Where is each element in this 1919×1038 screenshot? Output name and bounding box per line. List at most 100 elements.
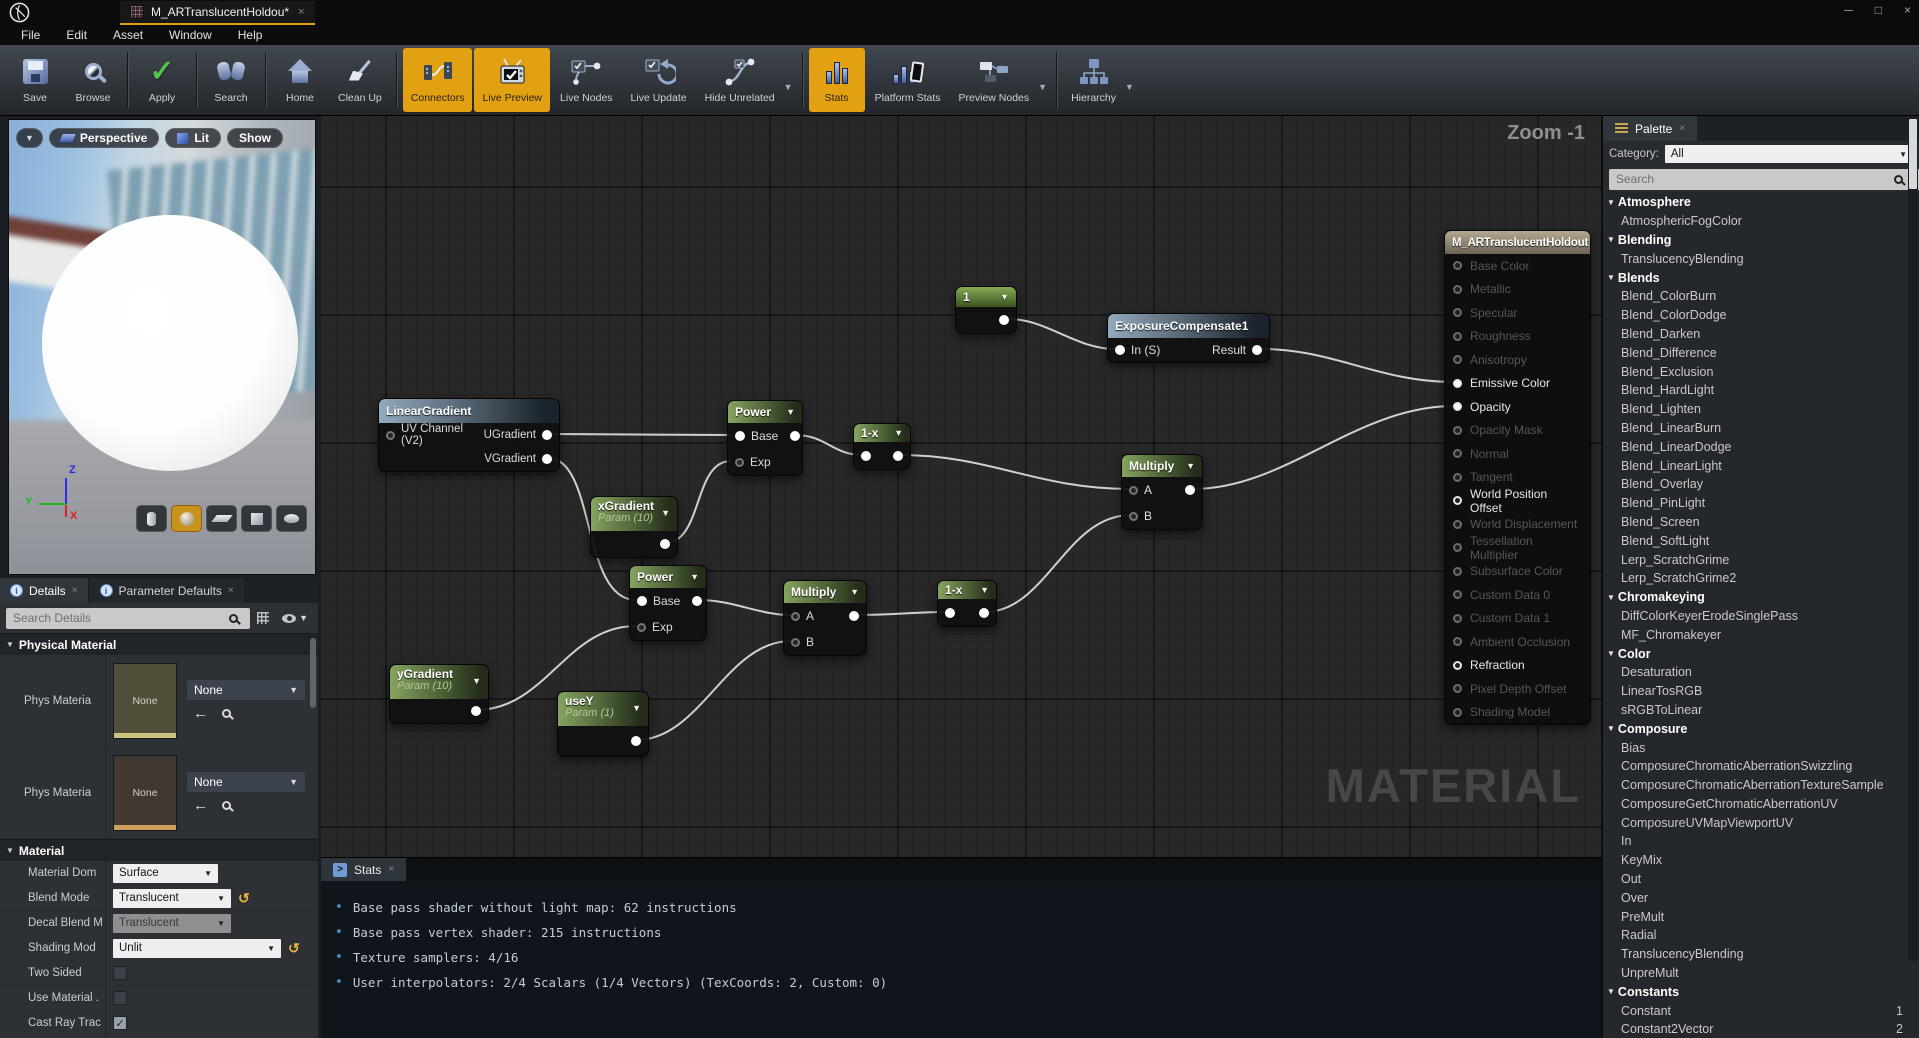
shape-cylinder-button[interactable]: [136, 505, 167, 532]
node-exposure-compensate1[interactable]: ExposureCompensate1 In (S) Result: [1107, 313, 1270, 363]
palette-item[interactable]: Blend_LinearBurn: [1603, 419, 1919, 438]
node-power-top[interactable]: Power▼ Base Exp: [727, 400, 803, 476]
close-icon[interactable]: ×: [388, 864, 394, 875]
material-graph-canvas[interactable]: Zoom -1 MATERIAL 1 ▼: [321, 116, 1601, 857]
section-physical-material[interactable]: ▼ Physical Material: [0, 633, 318, 655]
tab-details[interactable]: i Details ×: [0, 578, 88, 603]
palette-item[interactable]: Radial: [1603, 926, 1919, 945]
show-button[interactable]: Show: [227, 128, 283, 148]
palette-category[interactable]: ▼Color: [1603, 644, 1919, 663]
input-pin-icon[interactable]: [1129, 512, 1138, 521]
palette-item[interactable]: ComposureUVMapViewportUV: [1603, 813, 1919, 832]
reset-to-default-icon[interactable]: ↺: [238, 891, 250, 905]
live-preview-button[interactable]: Live Preview: [474, 48, 550, 112]
node-xgradient[interactable]: xGradient Param (10) ▼: [590, 496, 678, 558]
apply-button[interactable]: ✓ Apply: [134, 48, 190, 112]
column-divider[interactable]: [105, 986, 106, 1010]
palette-item[interactable]: KeyMix: [1603, 851, 1919, 870]
lit-button[interactable]: Lit: [165, 128, 221, 148]
palette-item[interactable]: Blend_Overlay: [1603, 475, 1919, 494]
palette-item[interactable]: AtmosphericFogColor: [1603, 212, 1919, 231]
stats-button[interactable]: Stats: [809, 48, 865, 112]
chevron-down-icon[interactable]: ▼: [850, 587, 859, 597]
pin-icon[interactable]: [1453, 332, 1462, 341]
home-button[interactable]: Home: [272, 48, 328, 112]
output-pin-icon[interactable]: [631, 736, 641, 746]
palette-item[interactable]: Blend_LinearLight: [1603, 456, 1919, 475]
palette-item[interactable]: UnpreMult: [1603, 964, 1919, 983]
palette-category[interactable]: ▼Blending: [1603, 231, 1919, 250]
menu-help[interactable]: Help: [225, 28, 276, 42]
chevron-down-icon[interactable]: ▼: [1186, 461, 1195, 471]
palette-category[interactable]: ▼Chromakeying: [1603, 588, 1919, 607]
palette-item[interactable]: TranslucencyBlending: [1603, 249, 1919, 268]
input-pin-icon[interactable]: [1115, 345, 1125, 355]
palette-item[interactable]: Blend_ColorBurn: [1603, 287, 1919, 306]
output-pin-icon[interactable]: [979, 608, 989, 618]
input-pin-icon[interactable]: [791, 638, 800, 647]
column-divider[interactable]: [105, 655, 106, 746]
close-icon[interactable]: ×: [228, 585, 234, 596]
output-pin-icon[interactable]: [1252, 345, 1262, 355]
chevron-down-icon[interactable]: ▼: [980, 585, 989, 595]
output-pin-row[interactable]: Metallic: [1445, 278, 1590, 302]
column-divider[interactable]: [105, 961, 106, 985]
input-pin-icon[interactable]: [861, 451, 871, 461]
preview-nodes-button[interactable]: Preview Nodes: [951, 48, 1038, 112]
search-details-input[interactable]: [6, 608, 250, 629]
output-pin-icon[interactable]: [542, 430, 552, 440]
input-pin-icon[interactable]: [791, 612, 800, 621]
output-pin-row[interactable]: World Displacement: [1445, 513, 1590, 537]
column-divider[interactable]: [105, 861, 106, 885]
palette-item[interactable]: Blend_Lighten: [1603, 400, 1919, 419]
chevron-down-icon[interactable]: ▼: [786, 407, 795, 417]
pin-icon[interactable]: [1453, 261, 1462, 270]
pin-icon[interactable]: [1453, 614, 1462, 623]
palette-item[interactable]: ComposureGetChromaticAberrationUV: [1603, 795, 1919, 814]
palette-item[interactable]: ComposureChromaticAberrationSwizzling: [1603, 757, 1919, 776]
pin-icon[interactable]: [1453, 520, 1462, 529]
output-pin-row[interactable]: Refraction: [1445, 654, 1590, 678]
palette-item[interactable]: PreMult: [1603, 907, 1919, 926]
details-visibility-button[interactable]: ▼: [278, 611, 312, 625]
chevron-down-icon[interactable]: ▼: [661, 508, 670, 518]
chevron-down-icon[interactable]: ▼: [690, 572, 699, 582]
palette-item[interactable]: Desaturation: [1603, 663, 1919, 682]
menu-file[interactable]: File: [8, 28, 53, 42]
palette-category[interactable]: ▼Atmosphere: [1603, 193, 1919, 212]
phys-material-thumbnail[interactable]: None: [113, 755, 177, 831]
column-divider[interactable]: [105, 886, 106, 910]
pin-icon[interactable]: [1453, 567, 1462, 576]
palette-item[interactable]: Blend_HardLight: [1603, 381, 1919, 400]
node-multiply-top[interactable]: Multiply▼ A B: [1121, 454, 1203, 530]
pin-icon[interactable]: [1453, 496, 1462, 505]
column-divider[interactable]: [105, 911, 106, 935]
input-pin-icon[interactable]: [735, 458, 744, 467]
shape-cube-button[interactable]: [241, 505, 272, 532]
chevron-down-icon[interactable]: ▼: [894, 428, 903, 438]
output-pin-icon[interactable]: [849, 611, 859, 621]
node-ygradient[interactable]: yGradient Param (10) ▼: [389, 664, 489, 724]
phys-material-thumbnail[interactable]: None: [113, 663, 177, 739]
shape-plane-button[interactable]: [206, 505, 237, 532]
palette-item[interactable]: Blend_Exclusion: [1603, 362, 1919, 381]
close-button[interactable]: ×: [1904, 3, 1911, 17]
output-pin-row[interactable]: Custom Data 1: [1445, 607, 1590, 631]
tab-stats[interactable]: > Stats ×: [321, 858, 406, 881]
output-pin-icon[interactable]: [1185, 485, 1195, 495]
scrollbar-thumb[interactable]: [1909, 119, 1917, 189]
palette-item[interactable]: Bias: [1603, 738, 1919, 757]
minimize-button[interactable]: ─: [1844, 3, 1853, 17]
palette-item[interactable]: Blend_Darken: [1603, 325, 1919, 344]
use-selected-asset-icon[interactable]: ←: [193, 798, 208, 813]
pin-icon[interactable]: [1453, 543, 1462, 552]
reset-to-default-icon[interactable]: ↺: [288, 941, 300, 955]
output-pin-row[interactable]: Tangent: [1445, 466, 1590, 490]
shape-teapot-button[interactable]: [276, 505, 307, 532]
section-material[interactable]: ▼ Material: [0, 839, 318, 861]
node-usey[interactable]: useY Param (1) ▼: [557, 691, 649, 757]
output-pin-row[interactable]: Opacity: [1445, 395, 1590, 419]
input-pin-icon[interactable]: [735, 431, 745, 441]
pin-icon[interactable]: [1453, 355, 1462, 364]
close-icon[interactable]: ×: [72, 585, 78, 596]
